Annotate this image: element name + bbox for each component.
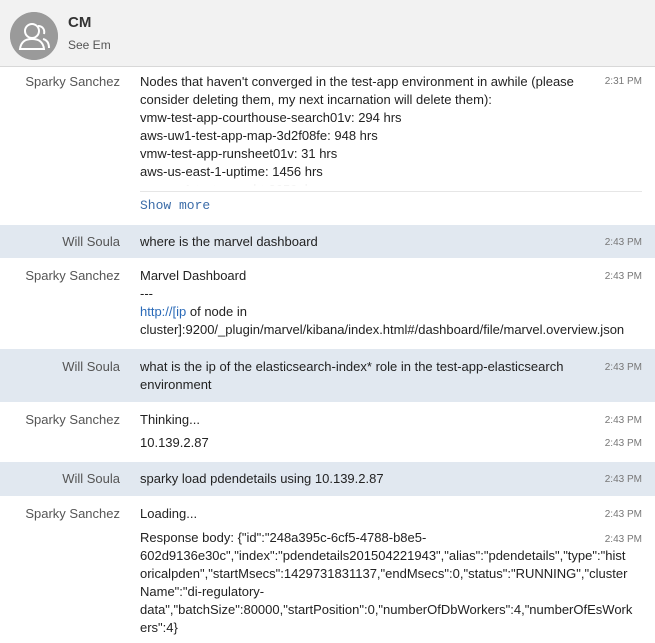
message-row: 2:43 PM Response body: {"id":"248a395c-6… xyxy=(0,526,655,643)
message-line: environment xyxy=(140,377,212,392)
sender-name[interactable]: Will Soula xyxy=(62,359,120,374)
message-timestamp: 2:43 PM xyxy=(604,474,642,485)
message-line: what is the ip of the elasticsearch-inde… xyxy=(140,359,564,374)
message-row: Will Soula 2:43 PM where is the marvel d… xyxy=(0,225,655,258)
message-line: oricalpden","startMsecs":1429731831137,"… xyxy=(140,566,628,581)
message-row: Sparky Sanchez 2:31 PM Nodes that haven'… xyxy=(0,67,655,225)
message-line: Nodes that haven't converged in the test… xyxy=(140,74,574,89)
message-row: Will Soula 2:43 PM what is the ip of the… xyxy=(0,349,655,402)
message-title: Marvel Dashboard xyxy=(140,268,247,283)
message-row: Sparky Sanchez 2:43 PM Loading... xyxy=(0,496,655,526)
message-row: 2:43 PM 10.139.2.87 xyxy=(0,430,655,462)
message-text: Loading... xyxy=(140,506,198,521)
message-timestamp: 2:43 PM xyxy=(604,271,642,282)
sender-name[interactable]: Sparky Sanchez xyxy=(25,506,120,521)
message-timestamp: 2:43 PM xyxy=(604,509,642,520)
sender-name[interactable]: Will Soula xyxy=(62,234,120,249)
divider xyxy=(140,191,642,192)
message-text: what is the ip of the elasticsearch-inde… xyxy=(140,358,610,394)
message-timestamp: 2:43 PM xyxy=(604,237,642,248)
message-text: Thinking... xyxy=(140,412,200,427)
message-row: Sparky Sanchez 2:43 PM Marvel Dashboard … xyxy=(0,258,655,349)
dashboard-link-line: http://[ip of node in xyxy=(140,303,595,321)
message-text: Marvel Dashboard --- http://[ip of node … xyxy=(140,267,625,339)
message-row: Will Soula 2:43 PM sparky load pdendetai… xyxy=(0,462,655,496)
message-line: ers":4} xyxy=(140,620,178,635)
message-timestamp: 2:31 PM xyxy=(604,76,642,87)
message-timestamp: 2:43 PM xyxy=(604,438,642,449)
message-divider-text: --- xyxy=(140,286,153,301)
message-text: where is the marvel dashboard xyxy=(140,234,318,249)
sender-name[interactable]: Sparky Sanchez xyxy=(25,74,120,89)
message-line: 602d9136e30c","index":"pdendetails201504… xyxy=(140,548,626,563)
message-line: data","batchSize":80000,"startPosition":… xyxy=(140,602,633,617)
message-line: vmw-test-app-runsheet01v: 31 hrs xyxy=(140,146,338,161)
message-timestamp: 2:43 PM xyxy=(604,362,642,373)
message-text: sparky load pdendetails using 10.139.2.8… xyxy=(140,471,384,486)
sender-name[interactable]: Will Soula xyxy=(62,471,120,486)
sender-name[interactable]: Sparky Sanchez xyxy=(25,412,120,427)
message-text: Response body: {"id":"248a395c-6cf5-4788… xyxy=(140,529,645,637)
show-more-link[interactable]: Show more xyxy=(140,198,210,213)
message-line: vmw-test-app-courthouse-search01v: 294 h… xyxy=(140,110,402,125)
clip-fade xyxy=(140,176,595,186)
sender-name[interactable]: Sparky Sanchez xyxy=(25,268,120,283)
message-line: Response body: {"id":"248a395c-6cf5-4788… xyxy=(140,530,427,545)
user-silhouette-icon xyxy=(10,12,58,60)
dashboard-link-continuation: cluster]:9200/_plugin/marvel/kibana/inde… xyxy=(140,322,625,337)
message-text: Nodes that haven't converged in the test… xyxy=(140,73,595,186)
message-row: Sparky Sanchez 2:43 PM Thinking... xyxy=(0,402,655,430)
link-suffix: of node in xyxy=(186,304,247,319)
message-text: 10.139.2.87 xyxy=(140,435,209,450)
avatar[interactable] xyxy=(10,12,58,60)
conversation-title: CM xyxy=(68,14,92,31)
conversation-subtitle: See Em xyxy=(68,38,111,52)
message-line: aws-uw1-test-app-map-3d2f08fe: 948 hrs xyxy=(140,128,378,143)
message-line: consider deleting them, my next incarnat… xyxy=(140,92,492,107)
message-line: Name":"di-regulatory- xyxy=(140,584,265,599)
dashboard-link[interactable]: http://[ip xyxy=(140,304,186,319)
message-timestamp: 2:43 PM xyxy=(604,415,642,426)
conversation-header: CM See Em xyxy=(0,0,655,67)
